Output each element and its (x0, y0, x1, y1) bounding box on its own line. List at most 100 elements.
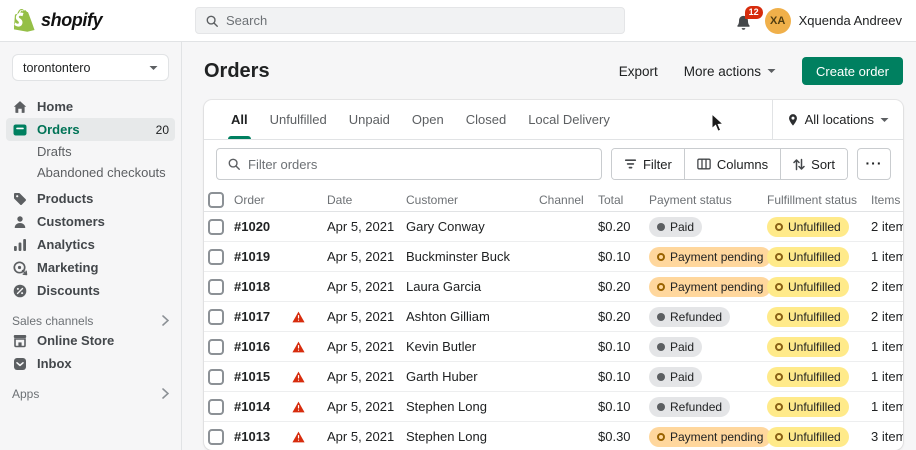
sidebar-item-abandoned-checkouts[interactable]: Abandoned checkouts (6, 162, 175, 183)
create-order-button[interactable]: Create order (802, 57, 903, 85)
chevron-down-icon (149, 65, 158, 71)
row-checkbox[interactable] (208, 219, 224, 235)
sidebar-item-label: Inbox (37, 356, 72, 371)
order-number: #1017 (234, 309, 292, 324)
fulfillment-status-badge: Unfulfilled (767, 277, 849, 297)
tab-local-delivery[interactable]: Local Delivery (517, 100, 621, 139)
sidebar-item-orders[interactable]: Orders 20 (6, 118, 175, 141)
sidebar-item-label: Customers (37, 214, 105, 229)
table-row[interactable]: #1016 Apr 5, 2021 Kevin Butler $0.10 Pai… (204, 332, 903, 362)
row-checkbox[interactable] (208, 279, 224, 295)
tab-unfulfilled[interactable]: Unfulfilled (259, 100, 338, 139)
sidebar-item-drafts[interactable]: Drafts (6, 141, 175, 162)
sidebar-item-label: Abandoned checkouts (37, 165, 166, 180)
global-search-input[interactable] (226, 13, 615, 28)
tab-all[interactable]: All (220, 100, 259, 139)
table-row[interactable]: #1015 Apr 5, 2021 Garth Huber $0.10 Paid… (204, 362, 903, 392)
column-header-payment[interactable]: Payment status (649, 193, 767, 207)
more-options-button[interactable]: ··· (857, 148, 891, 180)
column-header-order[interactable]: Order (234, 193, 292, 207)
payment-status-label: Refunded (670, 400, 722, 414)
export-button[interactable]: Export (619, 64, 658, 79)
tag-icon (12, 191, 28, 207)
filter-label: Filter (643, 157, 672, 172)
items-count: 1 item (871, 399, 903, 414)
column-header-total[interactable]: Total (598, 193, 649, 207)
customer-name: Kevin Butler (406, 339, 539, 354)
notifications-button[interactable]: 12 (733, 10, 755, 32)
order-number: #1018 (234, 279, 292, 294)
filter-orders-search[interactable] (216, 148, 602, 180)
column-header-channel[interactable]: Channel (539, 193, 598, 207)
sidebar-item-label: Products (37, 191, 93, 206)
row-checkbox[interactable] (208, 249, 224, 265)
order-date: Apr 5, 2021 (327, 429, 406, 444)
sidebar-item-products[interactable]: Products (6, 187, 175, 210)
sidebar: torontontero Home Orders 20 Drafts (0, 42, 182, 450)
order-number: #1016 (234, 339, 292, 354)
sidebar-item-customers[interactable]: Customers (6, 210, 175, 233)
customer-name: Laura Garcia (406, 279, 539, 294)
columns-label: Columns (717, 157, 768, 172)
user-menu[interactable]: XA Xquenda Andreev (765, 8, 902, 34)
percent-icon (12, 283, 28, 299)
shopify-wordmark: shopify (41, 10, 102, 31)
order-total: $0.10 (598, 399, 649, 414)
status-ring-icon (775, 313, 783, 321)
payment-status-badge: Refunded (649, 307, 730, 327)
status-ring-icon (775, 343, 783, 351)
sidebar-item-inbox[interactable]: Inbox (6, 352, 175, 375)
payment-status-label: Refunded (670, 310, 722, 324)
row-checkbox[interactable] (208, 429, 224, 445)
row-checkbox[interactable] (208, 339, 224, 355)
table-row[interactable]: #1013 Apr 5, 2021 Stephen Long $0.30 Pay… (204, 422, 903, 450)
columns-button[interactable]: Columns (684, 149, 780, 179)
table-row[interactable]: #1014 Apr 5, 2021 Stephen Long $0.10 Ref… (204, 392, 903, 422)
row-checkbox[interactable] (208, 369, 224, 385)
column-header-items[interactable]: Items (871, 193, 903, 207)
customer-name: Garth Huber (406, 369, 539, 384)
chevron-right-icon (162, 315, 169, 326)
section-label-text: Apps (12, 387, 39, 401)
table-row[interactable]: #1017 Apr 5, 2021 Ashton Gilliam $0.20 R… (204, 302, 903, 332)
tab-unpaid[interactable]: Unpaid (338, 100, 401, 139)
sidebar-item-label: Online Store (37, 333, 114, 348)
sidebar-item-home[interactable]: Home (6, 95, 175, 118)
row-checkbox[interactable] (208, 309, 224, 325)
sidebar-item-marketing[interactable]: Marketing (6, 256, 175, 279)
more-actions-button[interactable]: More actions (684, 64, 776, 79)
column-header-customer[interactable]: Customer (406, 193, 539, 207)
store-selector[interactable]: torontontero (12, 54, 169, 81)
select-all-checkbox[interactable] (208, 192, 224, 208)
sort-button[interactable]: Sort (780, 149, 847, 179)
apps-section[interactable]: Apps (6, 385, 175, 402)
sidebar-item-analytics[interactable]: Analytics (6, 233, 175, 256)
fulfillment-status-badge: Unfulfilled (767, 427, 849, 447)
column-header-fulfillment[interactable]: Fulfillment status (767, 193, 871, 207)
warning-icon (292, 341, 305, 353)
sidebar-item-online-store[interactable]: Online Store (6, 329, 175, 352)
global-search[interactable] (195, 7, 625, 34)
shopify-logo[interactable]: shopify (0, 9, 182, 33)
table-row[interactable]: #1020 Apr 5, 2021 Gary Conway $0.20 Paid… (204, 212, 903, 242)
order-number: #1015 (234, 369, 292, 384)
items-count: 2 item (871, 309, 903, 324)
sidebar-item-discounts[interactable]: Discounts (6, 279, 175, 302)
search-icon (205, 14, 219, 28)
column-header-date[interactable]: Date (327, 193, 406, 207)
fulfillment-status-badge: Unfulfilled (767, 397, 849, 417)
payment-status-label: Paid (670, 340, 694, 354)
row-checkbox[interactable] (208, 399, 224, 415)
filter-button[interactable]: Filter (612, 149, 684, 179)
order-date: Apr 5, 2021 (327, 399, 406, 414)
order-total: $0.20 (598, 219, 649, 234)
locations-selector[interactable]: All locations (772, 100, 903, 139)
export-label: Export (619, 64, 658, 79)
table-row[interactable]: #1019 Apr 5, 2021 Buckminster Buck $0.10… (204, 242, 903, 272)
table-row[interactable]: #1018 Apr 5, 2021 Laura Garcia $0.20 Pay… (204, 272, 903, 302)
tab-closed[interactable]: Closed (455, 100, 517, 139)
payment-status-badge: Payment pending (649, 277, 771, 297)
filter-orders-input[interactable] (248, 157, 591, 172)
sales-channels-section[interactable]: Sales channels (6, 312, 175, 329)
tab-open[interactable]: Open (401, 100, 455, 139)
